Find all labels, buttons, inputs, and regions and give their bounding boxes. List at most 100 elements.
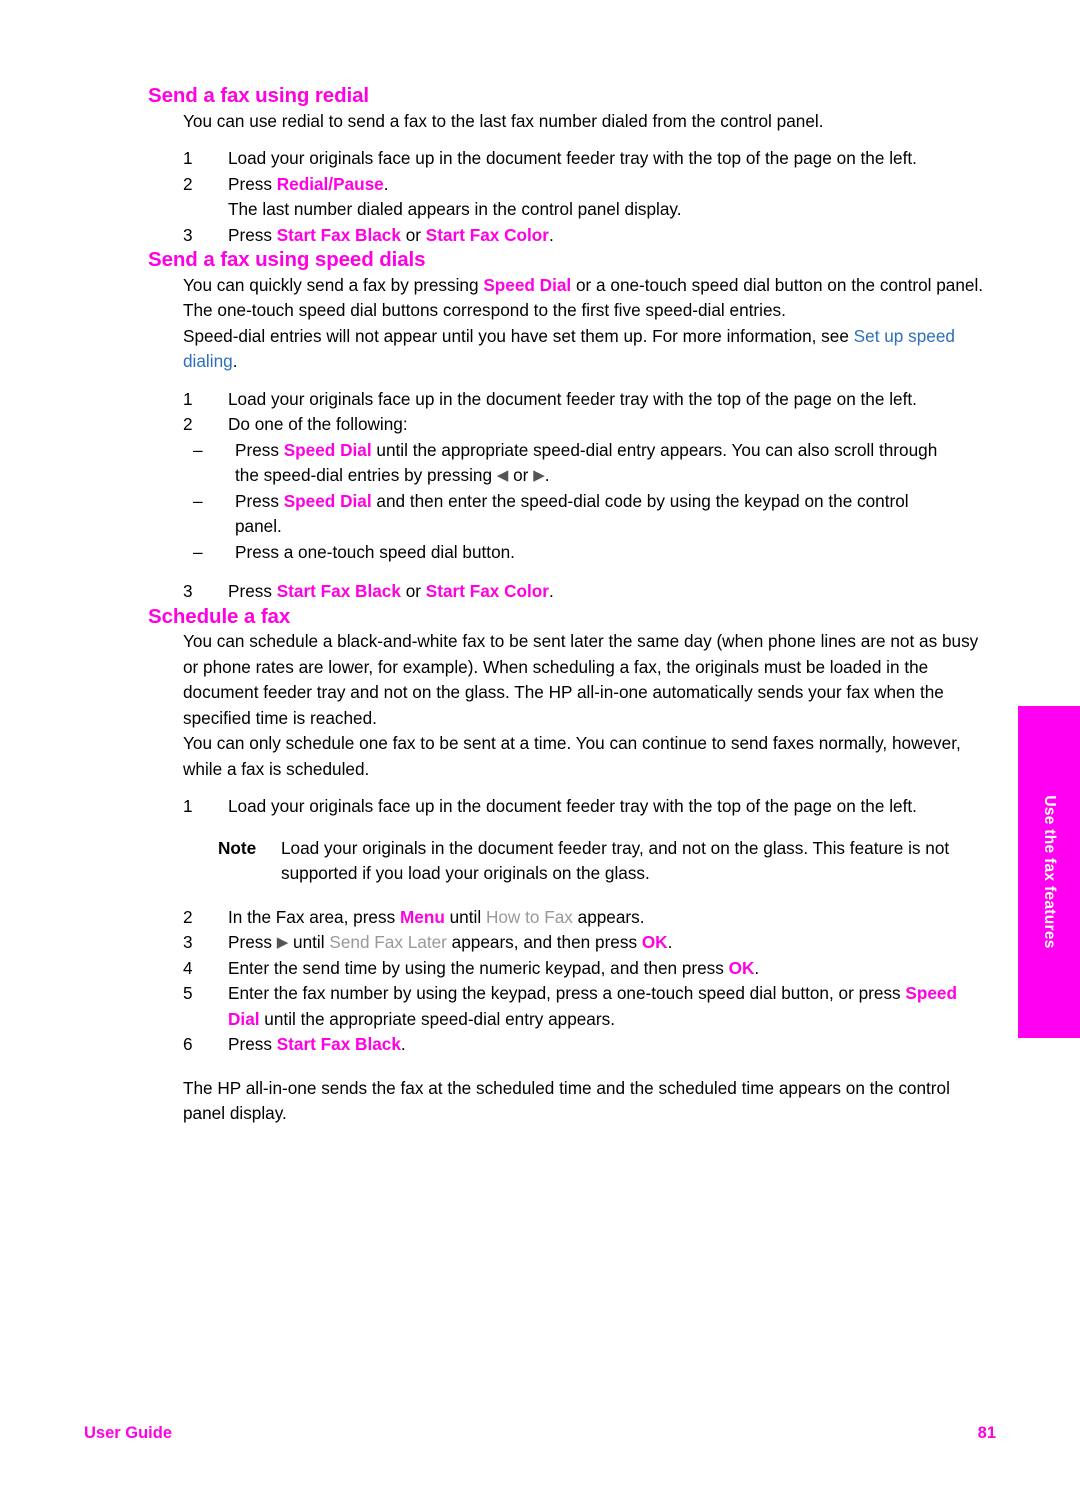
step-text: Do one of the following: [228,414,408,435]
list-item: – Press Speed Dial and then enter the sp… [193,489,958,540]
redial-intro-paragraph: You can use redial to send a fax to the … [183,110,824,131]
speed-dials-paragraph-1: You can quickly send a fax by pressing S… [183,273,993,324]
step-number: 2 [183,906,193,927]
key-label-start-fax-black: Start Fax Black [276,224,401,245]
paragraph-lead: You can quickly send a fax by pressing [183,274,484,295]
sub-item-text: Press Speed Dial until the appropriate s… [235,440,937,486]
list-item: 3 Press Start Fax Black or Start Fax Col… [183,579,993,605]
left-arrow-icon: ◀ [496,467,509,485]
step-lead: Press [228,932,277,953]
list-item: 2 In the Fax area, press Menu until How … [183,905,993,931]
paragraph-lead: Speed-dial entries will not appear until… [183,325,854,346]
step-tail: . [548,224,554,245]
schedule-steps: 2 In the Fax area, press Menu until How … [183,905,993,1058]
key-label-menu: Menu [399,906,445,927]
step-tail: . [548,581,554,602]
step-text: Load your originals face up in the docum… [228,388,917,409]
step-text: Load your originals face up in the docum… [228,796,917,817]
key-label-start-fax-black: Start Fax Black [276,1034,401,1055]
right-arrow-icon: ▶ [276,934,289,952]
note-label: Note [218,837,257,858]
footer-page-number: 81 [977,1424,996,1442]
key-label-start-fax-color: Start Fax Color [425,224,549,245]
step-text: Press ▶ until Send Fax Later appears, an… [228,932,672,952]
list-item: – Press Speed Dial until the appropriate… [193,438,958,489]
footer-title: User Guide [84,1424,173,1442]
page-content: Send a fax using redial You can use redi… [148,84,993,1127]
sub-item-lead: Press [235,490,284,511]
step-text: Press Redial/Pause. [228,174,389,194]
step-text: In the Fax area, press Menu until How to… [228,907,645,927]
step-number: 4 [183,957,193,978]
speed-dials-paragraph-2: Speed-dial entries will not appear until… [183,324,993,375]
step-tail: appears. [572,906,645,927]
list-item: 1 Load your originals face up in the doc… [183,794,993,820]
step-number: 6 [183,1034,193,1055]
key-label-speed-dial: Speed Dial [483,274,572,295]
list-item: 1 Load your originals face up in the doc… [183,387,993,413]
step-tail: . [400,1034,406,1055]
step-mid: until [444,906,486,927]
key-label-redial-pause: Redial/Pause [276,173,384,194]
redial-steps: 1 Load your originals face up in the doc… [183,146,993,248]
list-item: – Press a one-touch speed dial button. [193,540,958,566]
note-block: Note Load your originals in the document… [218,836,1026,887]
speed-dials-steps: 1 Load your originals face up in the doc… [183,387,993,438]
step-conjunction: or [400,224,426,245]
step-text: Enter the fax number by using the keypad… [228,983,957,1029]
step-tail: . [383,173,389,194]
schedule-paragraph-2: You can only schedule one fax to be sent… [183,733,961,779]
step-lead: Press [228,224,277,245]
right-arrow-icon: ▶ [533,467,545,485]
sub-item-conjunction: or [508,465,534,486]
step-number: 3 [183,581,193,602]
step-mid: until [288,932,330,953]
step-tail: until the appropriate speed-dial entry a… [259,1008,615,1029]
heading-send-fax-using-redial: Send a fax using redial [148,84,369,107]
list-item: 2 Do one of the following: [183,412,993,438]
dash-bullet: – [193,439,203,460]
step-lead: Press [228,173,277,194]
step-lead: Press [228,1034,277,1055]
list-item: 3 Press ▶ until Send Fax Later appears, … [183,930,993,956]
step-number: 3 [183,224,193,245]
speed-dials-final-step: 3 Press Start Fax Black or Start Fax Col… [183,579,993,605]
step-text: Enter the send time by using the numeric… [228,958,759,978]
key-label-speed-dial: Speed Dial [283,490,372,511]
list-item: 3 Press Start Fax Black or Start Fax Col… [183,223,993,249]
step-text: Load your originals face up in the docum… [228,148,917,169]
step-tail: . [754,957,760,978]
key-label-speed-dial: Speed Dial [283,439,372,460]
list-item: 4 Enter the send time by using the numer… [183,956,993,982]
list-item: 5 Enter the fax number by using the keyp… [183,981,993,1032]
display-text-how-to-fax: How to Fax [485,906,573,927]
heading-schedule-a-fax: Schedule a fax [148,604,291,628]
sub-item-text: Press Speed Dial and then enter the spee… [235,491,909,537]
step-number: 5 [183,983,193,1004]
speed-dials-sub-options: – Press Speed Dial until the appropriate… [193,438,993,566]
dash-bullet: – [193,541,203,562]
chapter-side-tab: Use the fax features [1018,706,1080,1038]
page-footer: User Guide 81 [84,1424,996,1443]
step-tail: . [667,932,673,953]
step-conjunction: or [400,581,426,602]
sub-item-lead: Press [235,439,284,460]
key-label-ok: OK [728,957,755,978]
list-item: 6 Press Start Fax Black. [183,1032,993,1058]
step-lead: Enter the send time by using the numeric… [228,957,729,978]
step-number: 1 [183,796,193,817]
heading-send-fax-using-speed-dials: Send a fax using speed dials [148,248,426,272]
document-page: Use the fax features Send a fax using re… [0,0,1080,1495]
step-text: Press Start Fax Black. [228,1034,406,1054]
schedule-paragraph-1: You can schedule a black-and-white fax t… [183,631,979,728]
list-item: 1 Load your originals face up in the doc… [183,146,993,172]
schedule-step-1: 1 Load your originals face up in the doc… [183,794,993,820]
chapter-side-tab-label: Use the fax features [1041,795,1058,949]
step-number: 1 [183,388,193,409]
step-text: Press Start Fax Black or Start Fax Color… [228,225,554,245]
sub-item-tail: . [544,465,550,486]
step-lead: In the Fax area, press [228,906,400,927]
step-number: 2 [183,173,193,194]
step-number: 1 [183,148,193,169]
sub-item-text: Press a one-touch speed dial button. [235,541,515,562]
